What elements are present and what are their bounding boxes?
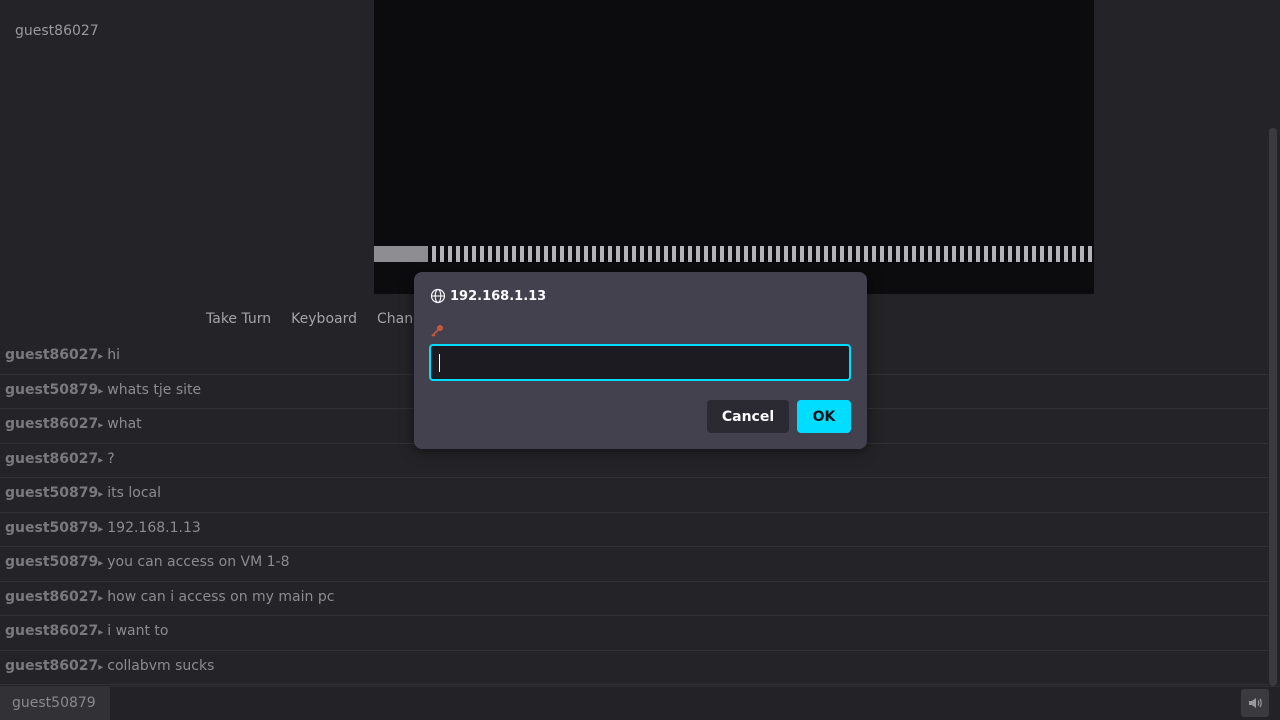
auth-prompt-dialog: 192.168.1.13 Cancel OK — [414, 272, 867, 449]
chat-separator: ▸ — [98, 454, 104, 466]
user-list: guest86027 — [0, 0, 374, 300]
vm-screen[interactable] — [374, 0, 1094, 294]
chat-message: guest50879▸ its local — [0, 478, 1268, 513]
password-input[interactable] — [429, 344, 851, 381]
dialog-header: 192.168.1.13 — [430, 288, 546, 304]
take-turn-button[interactable]: Take Turn — [206, 311, 271, 331]
chat-username: guest86027 — [5, 450, 99, 467]
vm-controls: Take Turn Keyboard Chang — [206, 311, 422, 331]
chat-separator: ▸ — [98, 661, 104, 673]
chat-text: ? — [107, 450, 115, 467]
chat-message: guest50879▸ you can access on VM 1-8 — [0, 547, 1268, 582]
ok-button[interactable]: OK — [797, 400, 851, 433]
chat-username: guest86027 — [5, 347, 99, 363]
chat-input[interactable] — [110, 687, 1240, 720]
dialog-host: 192.168.1.13 — [450, 288, 547, 304]
key-icon — [431, 325, 443, 337]
chat-text: i want to — [107, 623, 169, 639]
chat-username: guest50879 — [5, 554, 99, 570]
chat-message: guest86027▸ collabvm sucks — [0, 651, 1268, 685]
chat-text: whats tje site — [107, 381, 202, 398]
chat-separator: ▸ — [98, 385, 104, 397]
chat-username: guest86027 — [5, 623, 99, 639]
chat-message: guest86027▸ how can i access on my main p… — [0, 582, 1268, 616]
volume-button[interactable] — [1241, 689, 1269, 717]
chat-separator: ▸ — [98, 489, 104, 500]
chat-text: what — [107, 416, 142, 432]
chat-text: its local — [107, 485, 161, 501]
chat-input-bar: guest50879 — [0, 686, 1280, 720]
chat-separator: ▸ — [98, 523, 104, 535]
chat-separator: ▸ — [98, 627, 104, 638]
turn-progress-remaining — [432, 246, 1094, 262]
chat-username: guest50879 — [5, 519, 99, 536]
chat-separator: ▸ — [98, 420, 104, 431]
keyboard-button[interactable]: Keyboard — [291, 311, 357, 331]
chat-separator: ▸ — [98, 351, 104, 362]
chat-text: collabvm sucks — [107, 657, 215, 674]
current-username: guest50879 — [0, 687, 110, 720]
speaker-icon — [1249, 698, 1262, 708]
globe-icon — [430, 288, 446, 304]
chat-scrollbar[interactable] — [1269, 128, 1277, 686]
chat-text: you can access on VM 1-8 — [107, 554, 290, 570]
chat-separator: ▸ — [98, 592, 104, 604]
chat-text: 192.168.1.13 — [107, 519, 201, 536]
chat-text: how can i access on my main pc — [107, 588, 335, 605]
chat-separator: ▸ — [98, 558, 104, 569]
turn-progress-fill — [374, 246, 428, 262]
turn-progress-bar — [374, 246, 1094, 262]
chat-message: guest50879▸ 192.168.1.13 — [0, 513, 1268, 547]
chat-text: hi — [107, 347, 121, 363]
text-caret — [439, 354, 440, 372]
chat-username: guest86027 — [5, 416, 99, 432]
cancel-button[interactable]: Cancel — [707, 400, 789, 433]
chat-username: guest86027 — [5, 588, 99, 605]
user-list-entry[interactable]: guest86027 — [15, 23, 99, 39]
chat-username: guest86027 — [5, 657, 99, 674]
chat-username: guest50879 — [5, 485, 99, 501]
chat-message: guest86027▸ i want to — [0, 616, 1268, 651]
chat-username: guest50879 — [5, 381, 99, 398]
